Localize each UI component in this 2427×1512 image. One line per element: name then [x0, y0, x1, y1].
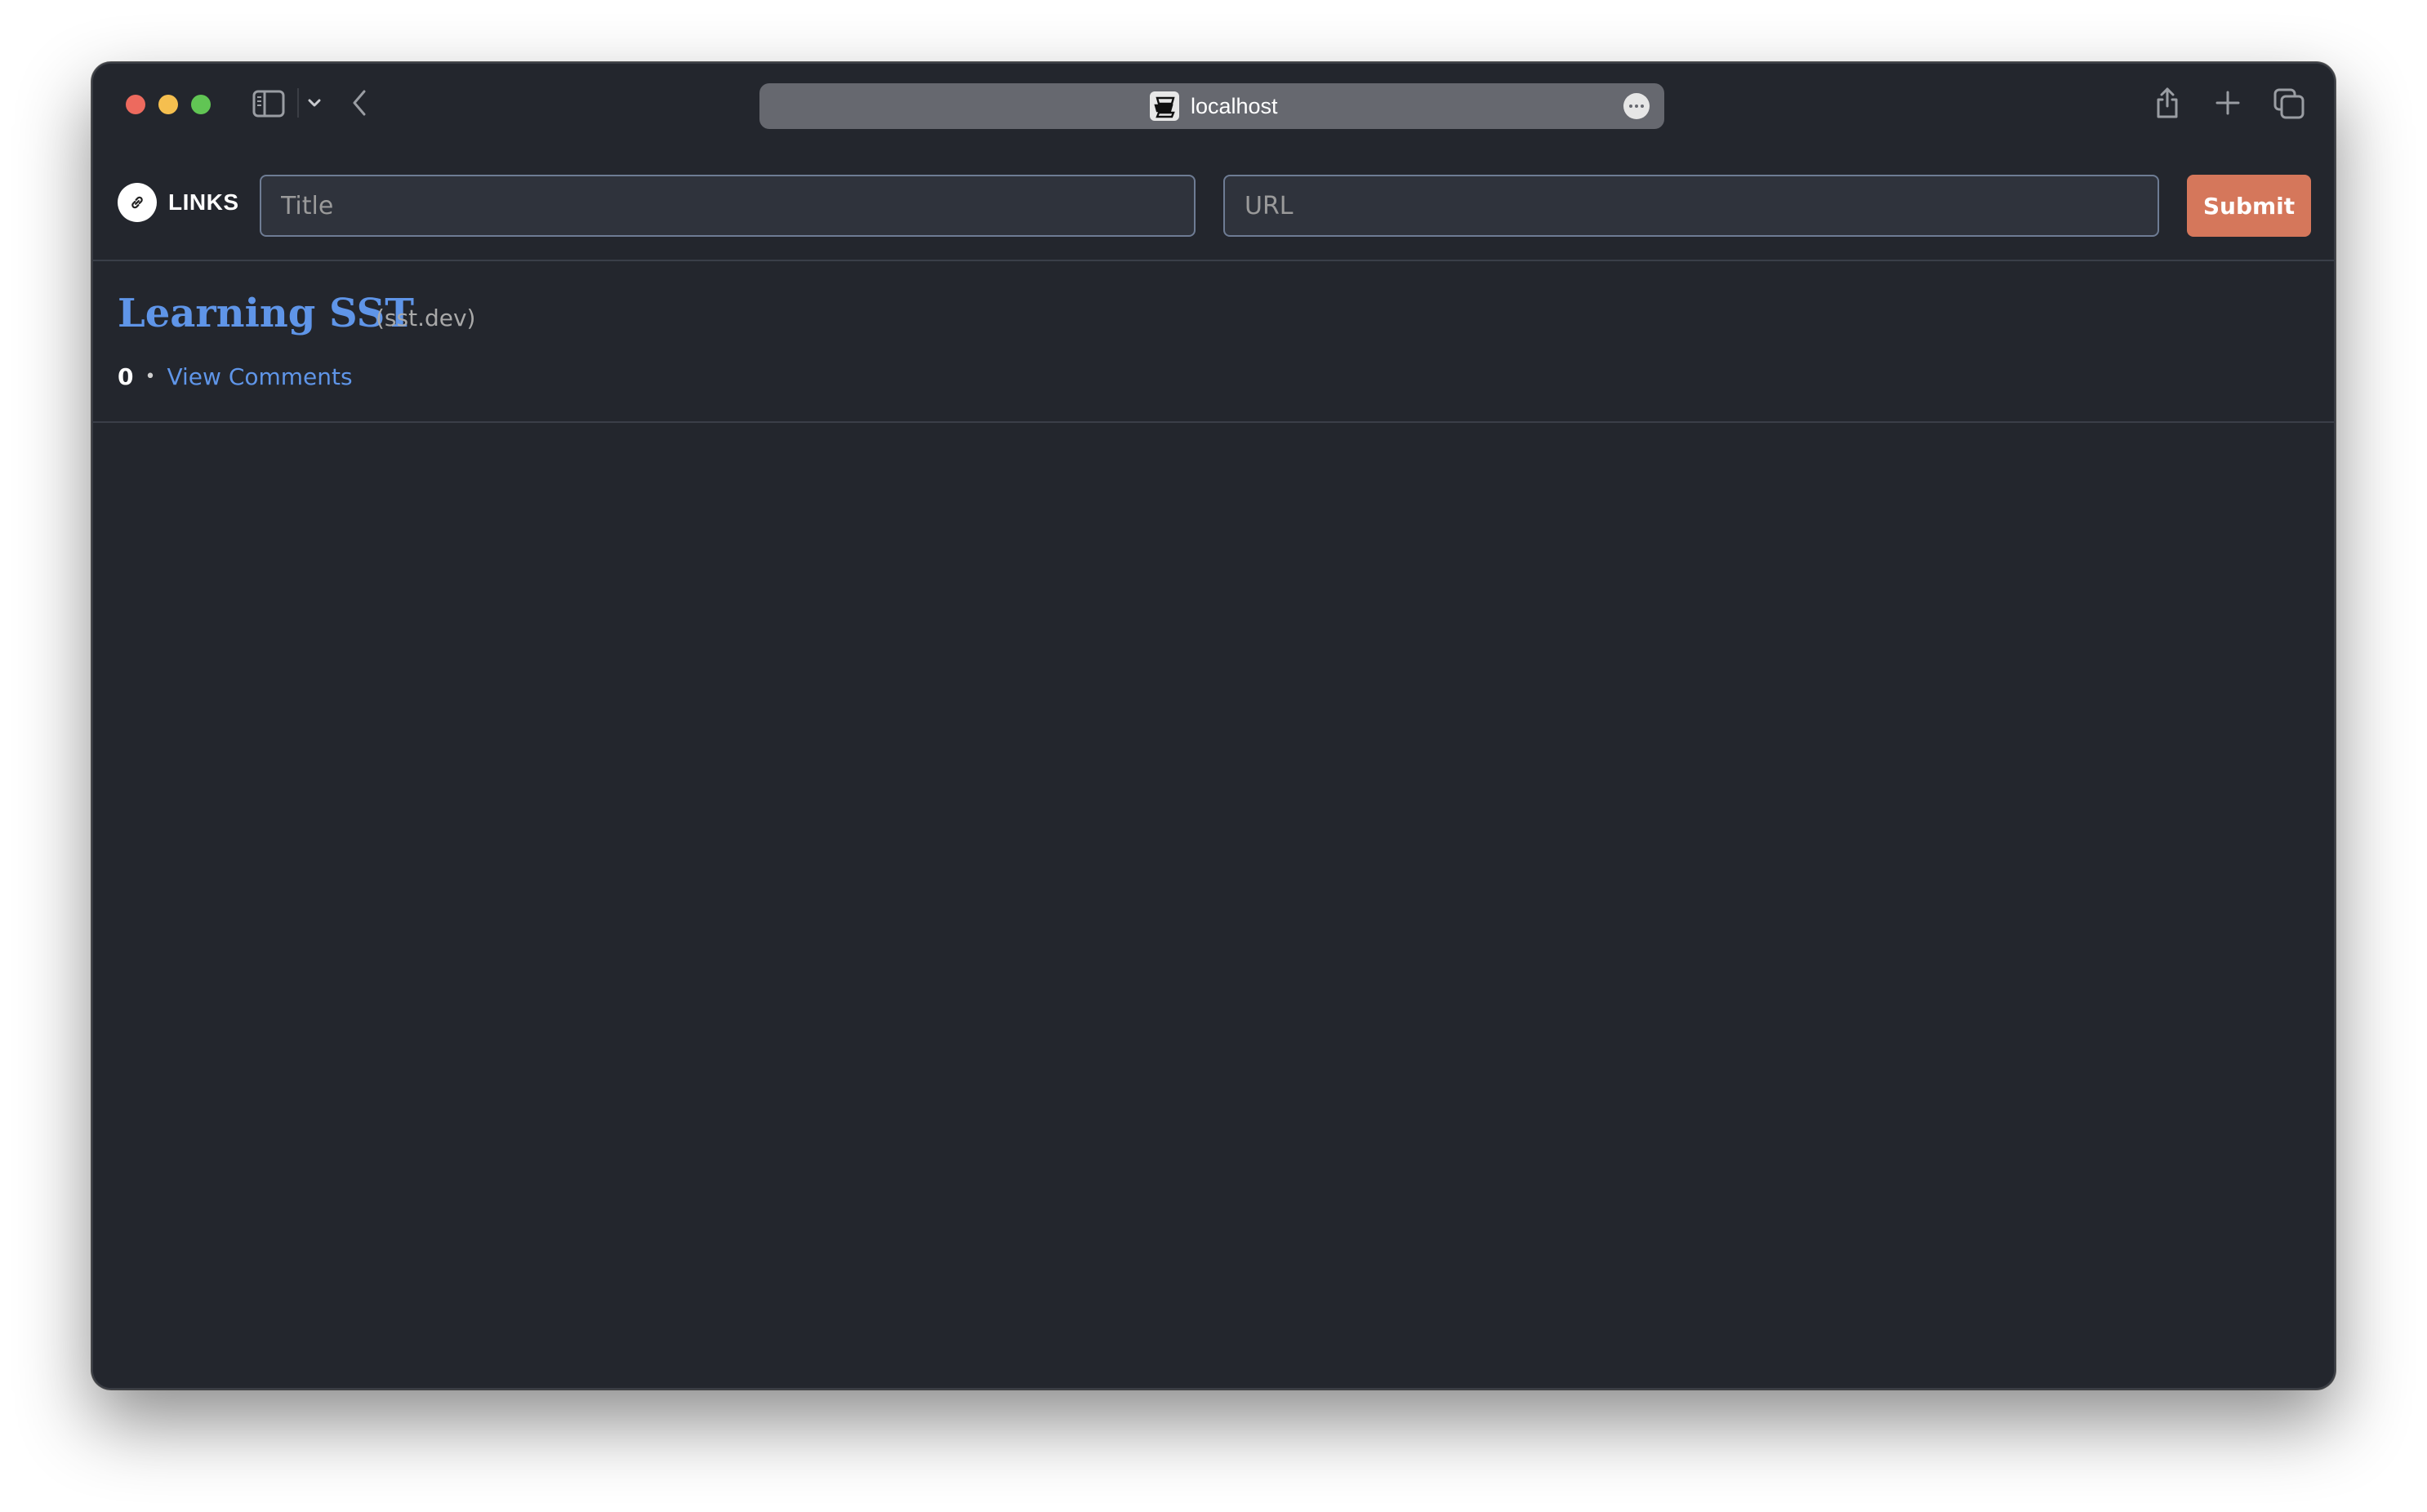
- link-title[interactable]: Learning SST: [118, 289, 414, 338]
- submit-button[interactable]: Submit: [2187, 175, 2311, 237]
- browser-window: localhost LINKS Title URL Submit Learnin…: [91, 62, 2336, 1390]
- share-icon[interactable]: [2153, 87, 2181, 119]
- link-meta: 0 • View Comments: [118, 361, 353, 394]
- link-domain: (sst.dev): [376, 305, 476, 331]
- minimize-window-button[interactable]: [158, 95, 178, 114]
- view-comments-link[interactable]: View Comments: [167, 361, 352, 394]
- chevron-down-icon[interactable]: [304, 93, 325, 113]
- browser-toolbar: localhost: [93, 64, 2334, 147]
- title-input[interactable]: [260, 175, 1196, 237]
- sst-site-icon: [1150, 91, 1179, 121]
- tabs-overview-icon[interactable]: [2273, 88, 2305, 119]
- plus-icon[interactable]: [2215, 90, 2241, 116]
- close-window-button[interactable]: [126, 95, 145, 114]
- address-bar[interactable]: localhost: [759, 83, 1664, 129]
- address-text: localhost: [1191, 94, 1278, 118]
- maximize-window-button[interactable]: [191, 95, 211, 114]
- toolbar-separator: [297, 88, 299, 118]
- back-icon[interactable]: [348, 88, 372, 118]
- bullet-separator: •: [145, 367, 156, 387]
- logo-text: LINKS: [168, 189, 239, 215]
- url-input[interactable]: [1223, 175, 2159, 237]
- link-icon: [118, 183, 157, 222]
- page-header: LINKS Submit: [93, 147, 2334, 261]
- page-content: LINKS Submit Learning SST (sst.dev) 0 • …: [93, 147, 2334, 1388]
- link-item: Learning SST (sst.dev) 0 • View Comments: [93, 263, 2334, 423]
- sidebar-icon[interactable]: [252, 90, 285, 118]
- more-icon[interactable]: [1623, 93, 1650, 119]
- vote-count: 0: [118, 363, 134, 390]
